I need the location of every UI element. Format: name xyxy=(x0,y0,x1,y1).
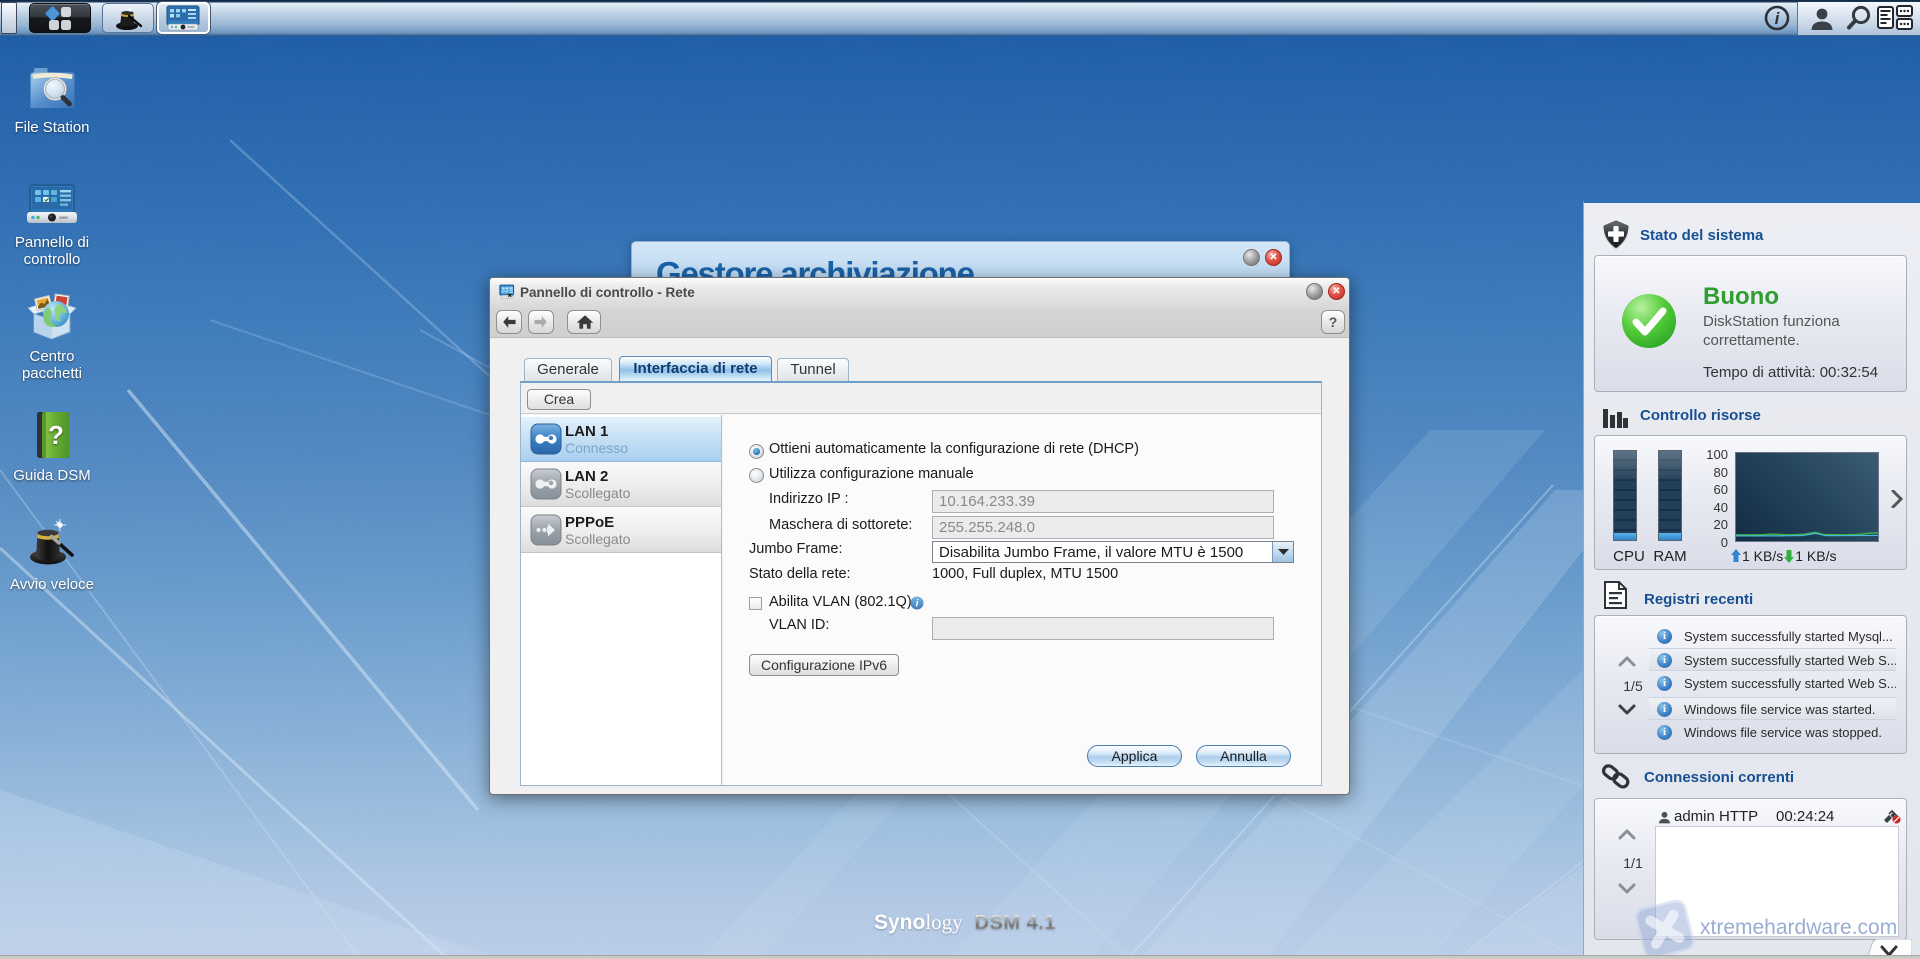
svg-text:?: ? xyxy=(48,420,64,450)
svg-text:xtremehardware.com: xtremehardware.com xyxy=(1700,916,1897,939)
svg-text:i: i xyxy=(1775,9,1781,28)
svg-text:i: i xyxy=(916,599,919,610)
